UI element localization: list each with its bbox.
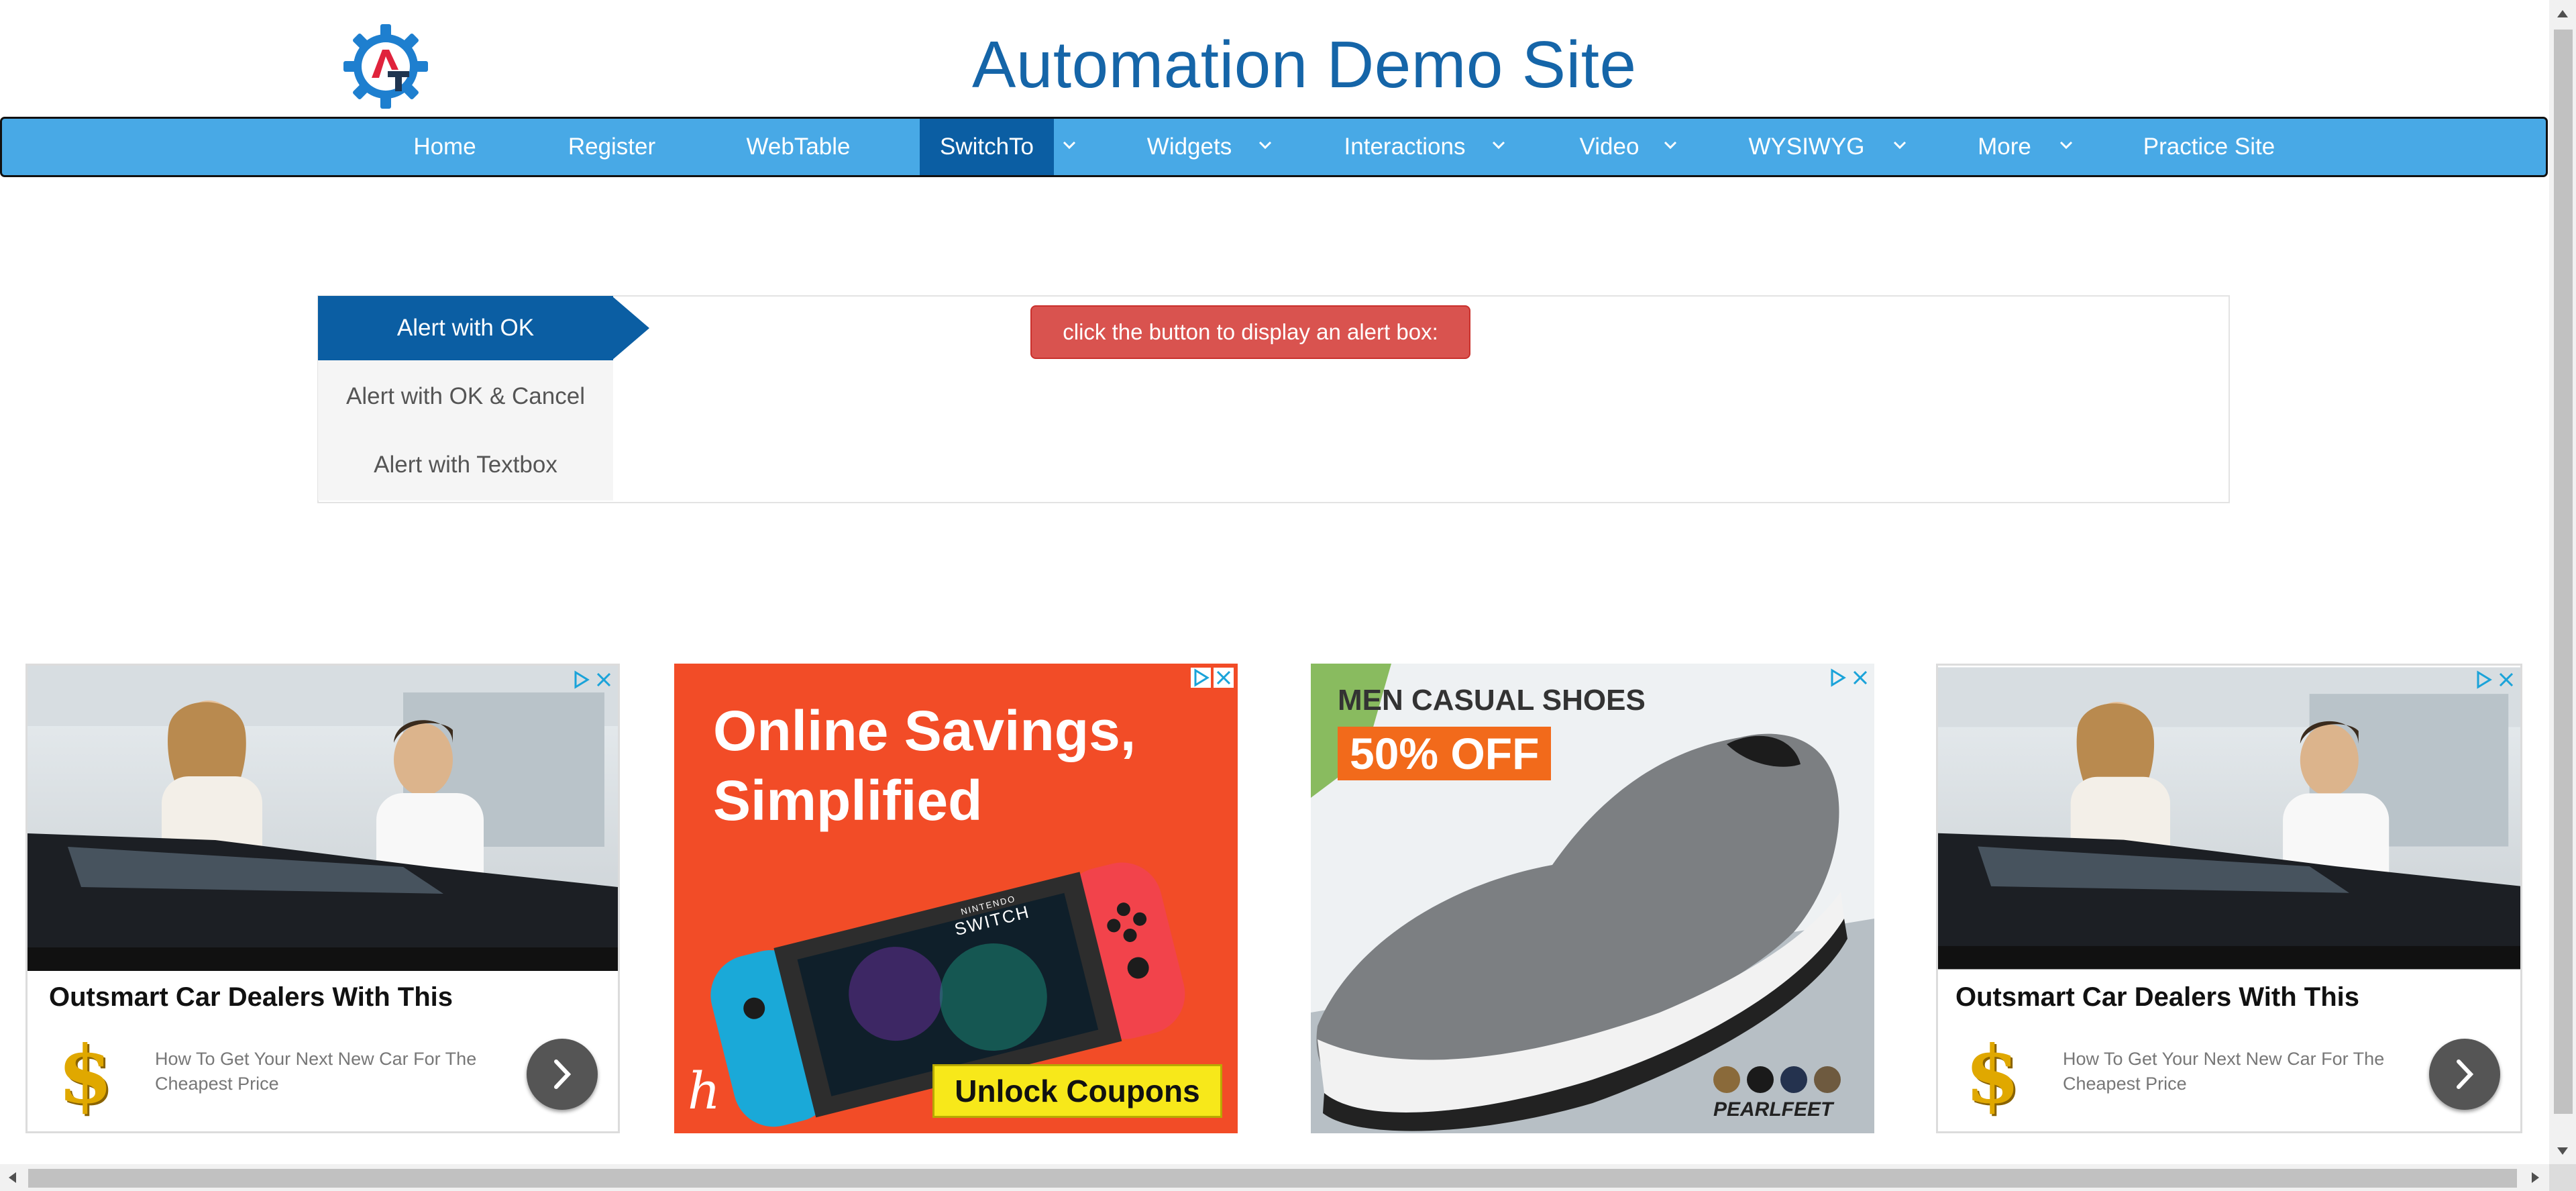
nav-interactions-chevron-down-icon[interactable] — [1483, 119, 1514, 175]
ad-shoes-headline: MEN CASUAL SHOES — [1338, 684, 1646, 717]
ad-controls — [1827, 668, 1870, 688]
nav-switchto[interactable]: SwitchTo — [920, 119, 1054, 175]
nav-video-chevron-down-icon[interactable] — [1655, 119, 1686, 175]
scroll-right-icon[interactable] — [2530, 1171, 2541, 1184]
ad-headline[interactable]: Outsmart Car Dealers With This — [49, 982, 453, 1013]
nav-interactions[interactable]: Interactions — [1329, 119, 1481, 175]
page: Automation Demo Site Home Register WebTa… — [0, 0, 2548, 1164]
nav-widgets-chevron-down-icon[interactable] — [1250, 119, 1281, 175]
nav-webtable[interactable]: WebTable — [718, 119, 878, 175]
ad-car-photo — [1938, 666, 2520, 971]
main-navbar: Home Register WebTable SwitchTo Widgets … — [0, 117, 2548, 177]
scroll-left-icon[interactable] — [7, 1171, 17, 1184]
dollar-icon: $ — [1965, 1028, 2021, 1121]
close-ad-icon[interactable] — [1214, 668, 1234, 688]
honey-logo: h — [688, 1061, 720, 1121]
vertical-scrollbar[interactable] — [2549, 0, 2576, 1164]
nav-wysiwyg-chevron-down-icon[interactable] — [1884, 119, 1915, 175]
ad-discount-badge: 50% OFF — [1338, 727, 1552, 780]
tab-alert-with-ok[interactable]: Alert with OK — [318, 296, 613, 360]
vertical-scrollbar-thumb[interactable] — [2554, 30, 2573, 1114]
active-tab-arrow — [612, 296, 649, 360]
tab-alert-with-textbox[interactable]: Alert with Textbox — [318, 433, 613, 497]
ad-car-dealers-right[interactable]: Outsmart Car Dealers With This $ How To … — [1936, 664, 2522, 1133]
adchoices-icon[interactable] — [2473, 670, 2493, 690]
nav-video[interactable]: Video — [1562, 119, 1656, 175]
ad-next-arrow-icon[interactable] — [527, 1039, 598, 1110]
nav-wysiwyg[interactable]: WYSIWYG — [1737, 119, 1876, 175]
ad-online-savings[interactable]: Online Savings, Simplified NINTENDO SWIT — [674, 664, 1238, 1133]
site-logo[interactable] — [342, 23, 429, 110]
close-ad-icon[interactable] — [594, 670, 614, 690]
ad-men-casual-shoes[interactable]: MEN CASUAL SHOES 50% OFF PEARLFEET — [1311, 664, 1874, 1133]
display-alert-button[interactable]: click the button to display an alert box… — [1030, 305, 1470, 359]
ad-car-dealers-left[interactable]: Outsmart Car Dealers With This $ How To … — [25, 664, 620, 1133]
scroll-down-icon[interactable] — [2556, 1146, 2569, 1157]
nav-home[interactable]: Home — [391, 119, 498, 175]
ad-controls — [571, 670, 614, 690]
nav-widgets[interactable]: Widgets — [1126, 119, 1252, 175]
tab-alert-with-ok-cancel[interactable]: Alert with OK & Cancel — [318, 364, 613, 429]
nav-practice-site[interactable]: Practice Site — [2130, 119, 2288, 175]
nav-more-chevron-down-icon[interactable] — [2051, 119, 2082, 175]
nav-switchto-chevron-down-icon[interactable] — [1054, 119, 1085, 175]
ad-description: How To Get Your Next New Car For The Che… — [155, 1049, 477, 1094]
ad-headline[interactable]: Outsmart Car Dealers With This — [1955, 982, 2359, 1013]
dollar-icon: $ — [58, 1028, 113, 1121]
adchoices-icon[interactable] — [571, 670, 591, 690]
close-ad-icon[interactable] — [2496, 670, 2516, 690]
adchoices-icon[interactable] — [1827, 668, 1847, 688]
ad-next-arrow-icon[interactable] — [2429, 1039, 2500, 1110]
scroll-up-icon[interactable] — [2556, 8, 2569, 19]
ad-description: How To Get Your Next New Car For The Che… — [2063, 1049, 2385, 1094]
horizontal-scrollbar[interactable] — [0, 1164, 2549, 1191]
scrollbar-corner — [2549, 1164, 2576, 1191]
ad-controls — [1191, 668, 1234, 688]
alert-tab-list: Alert with OK Alert with OK & Cancel Ale… — [318, 296, 613, 501]
site-title: Automation Demo Site — [972, 28, 1637, 101]
unlock-coupons-button[interactable]: Unlock Coupons — [932, 1064, 1222, 1118]
close-ad-icon[interactable] — [1850, 668, 1870, 688]
horizontal-scrollbar-thumb[interactable] — [28, 1169, 2517, 1188]
nav-more[interactable]: More — [1961, 119, 2048, 175]
ad-switch-headline: Online Savings, Simplified — [713, 699, 1136, 832]
adchoices-icon[interactable] — [1191, 668, 1211, 688]
ad-controls — [2473, 670, 2516, 690]
ad-car-photo — [28, 666, 618, 971]
pearlfeet-logo: PEARLFEET — [1713, 1098, 1833, 1121]
nav-register[interactable]: Register — [543, 119, 681, 175]
